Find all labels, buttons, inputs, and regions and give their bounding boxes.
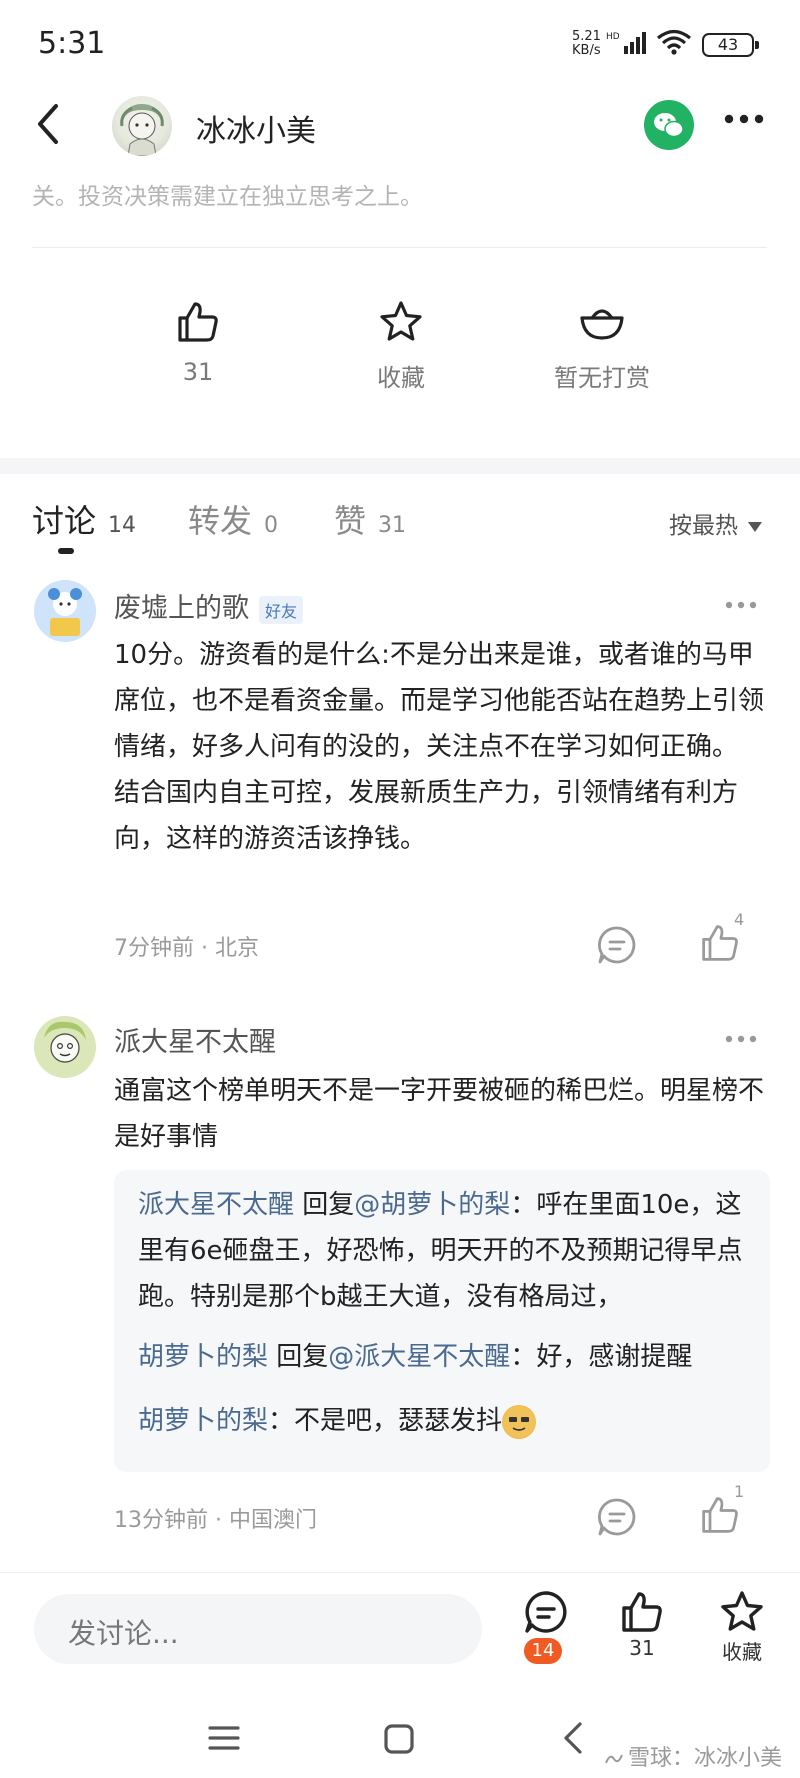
- reply-author[interactable]: 胡萝卜的梨: [138, 1406, 268, 1436]
- reply-item[interactable]: 胡萝卜的梨 回复@派大星不太醒：好，感谢提醒: [138, 1334, 753, 1380]
- watermark-text: 雪球：冰冰小美: [627, 1746, 782, 1771]
- author-avatar[interactable]: [112, 96, 172, 156]
- comment-count-badge: 14: [524, 1638, 562, 1664]
- comment-input[interactable]: 发讨论...: [34, 1594, 482, 1664]
- commenter-avatar-image: [34, 1016, 96, 1078]
- tab-label: 赞: [334, 502, 367, 540]
- comment-meta: 13分钟前 · 中国澳门: [114, 1508, 317, 1533]
- svg-text:HD: HD: [606, 32, 620, 42]
- reward-action[interactable]: 暂无打赏: [532, 300, 672, 393]
- caret-down-icon: [748, 521, 762, 532]
- reply-text: ：不是吧，瑟瑟发抖: [268, 1406, 503, 1436]
- system-nav-bar: 雪球：冰冰小美: [0, 1684, 800, 1778]
- reply-icon[interactable]: [596, 1496, 638, 1538]
- favorite-label: 收藏: [377, 364, 425, 392]
- reply-word: 回复: [302, 1190, 355, 1220]
- star-icon: [721, 1591, 763, 1631]
- tab-count: 31: [378, 513, 407, 538]
- commenter-avatar[interactable]: [34, 580, 96, 642]
- reply-author[interactable]: 胡萝卜的梨: [138, 1342, 268, 1372]
- doge-emoji-icon: [502, 1404, 537, 1439]
- reply-icon[interactable]: [596, 924, 638, 966]
- reply-text: ：好，感谢提醒: [510, 1342, 693, 1372]
- reply-author[interactable]: 派大星不太醒: [138, 1190, 294, 1220]
- comment-like-count: 1: [734, 1482, 745, 1501]
- favorite-button[interactable]: 收藏: [702, 1590, 782, 1665]
- comment-text: 10分。游资看的是什么:不是分出来是谁，或者谁的马甲席位，也不是看资金量。而是学…: [114, 640, 765, 854]
- friend-badge: 好友: [259, 595, 304, 624]
- network-speed: 5.21 KB/s: [572, 30, 606, 58]
- like-button[interactable]: 31: [602, 1590, 682, 1660]
- like-count: 31: [182, 358, 214, 386]
- sort-label: 按最热: [669, 513, 738, 539]
- comment-like-count: 4: [734, 910, 745, 929]
- favorite-label: 收藏: [722, 1640, 762, 1664]
- status-time: 5:31: [38, 26, 106, 61]
- divider: [0, 1572, 800, 1573]
- commenter-avatar-image: [34, 580, 96, 642]
- reply-word: 回复: [276, 1342, 329, 1372]
- snowball-logo-icon: [605, 1754, 623, 1764]
- active-tab-indicator: [58, 548, 74, 554]
- sort-dropdown[interactable]: 按最热: [669, 506, 762, 540]
- battery-level: 43: [717, 35, 739, 54]
- reply-thread: 派大星不太醒 回复@胡萝卜的梨：呼在里面10e，这里有6e砸盘王，好恐怖，明天开…: [114, 1170, 770, 1472]
- tab-label: 讨论: [32, 502, 97, 540]
- comments-button[interactable]: 14: [506, 1590, 586, 1664]
- more-options-icon[interactable]: [724, 112, 764, 126]
- reply-mention[interactable]: @胡萝卜的梨: [354, 1190, 510, 1220]
- thumbs-up-icon: [622, 1592, 662, 1632]
- tab-repost[interactable]: 转发 0: [188, 496, 278, 542]
- menu-icon[interactable]: [208, 1724, 240, 1752]
- favorite-action[interactable]: 收藏: [331, 300, 471, 393]
- tab-likes[interactable]: 赞 31: [334, 496, 406, 542]
- comment-input-placeholder: 发讨论...: [68, 1617, 179, 1650]
- reply-item[interactable]: 派大星不太醒 回复@胡萝卜的梨：呼在里面10e，这里有6e砸盘王，好恐怖，明天开…: [138, 1182, 753, 1320]
- tab-label: 转发: [188, 502, 253, 540]
- author-avatar-image: [120, 104, 164, 156]
- commenter-name[interactable]: 派大星不太醒: [114, 1020, 276, 1059]
- wechat-share-button[interactable]: [644, 100, 694, 150]
- comment-bubble-icon: [525, 1591, 567, 1633]
- comment-more-icon[interactable]: [724, 600, 758, 610]
- wifi-icon: [656, 29, 692, 55]
- comment-meta: 7分钟前 · 北京: [114, 936, 259, 961]
- tab-count: 0: [264, 513, 279, 538]
- author-name[interactable]: 冰冰小美: [196, 106, 316, 150]
- like-action[interactable]: 31: [128, 300, 268, 386]
- status-bar: 5:31 5.21 KB/s HD 43: [0, 0, 800, 90]
- home-icon[interactable]: [384, 1724, 414, 1754]
- network-speed-unit: KB/s: [572, 43, 601, 58]
- reward-label: 暂无打赏: [554, 364, 650, 392]
- disclaimer-text: 关。投资决策需建立在独立思考之上。: [32, 184, 423, 210]
- like-count: 31: [629, 1636, 655, 1660]
- comment-text: 通富这个榜单明天不是一字开要被砸的稀巴烂。明星榜不是好事情: [114, 1076, 765, 1152]
- reply-item[interactable]: 胡萝卜的梨：不是吧，瑟瑟发抖: [138, 1398, 753, 1444]
- commenter-name-text: 废墟上的歌: [114, 593, 249, 624]
- thumbs-up-icon: [178, 302, 218, 342]
- network-speed-value: 5.21: [572, 29, 601, 44]
- wechat-icon: [654, 113, 684, 138]
- battery-icon: 43: [702, 33, 759, 57]
- back-arrow-icon[interactable]: [30, 100, 66, 148]
- signal-icon: HD: [606, 32, 646, 54]
- comment-more-icon[interactable]: [724, 1034, 758, 1044]
- section-gap: [0, 458, 800, 474]
- commenter-name[interactable]: 废墟上的歌 好友: [114, 586, 304, 625]
- gold-ingot-icon: [580, 309, 624, 340]
- reply-mention[interactable]: @派大星不太醒: [328, 1342, 510, 1372]
- tab-discussion[interactable]: 讨论 14: [32, 496, 136, 542]
- commenter-avatar[interactable]: [34, 1016, 96, 1078]
- divider: [32, 247, 767, 248]
- star-icon: [380, 301, 422, 341]
- watermark: 雪球：冰冰小美: [604, 1740, 782, 1772]
- tab-count: 14: [108, 513, 137, 538]
- back-nav-icon[interactable]: [560, 1720, 584, 1756]
